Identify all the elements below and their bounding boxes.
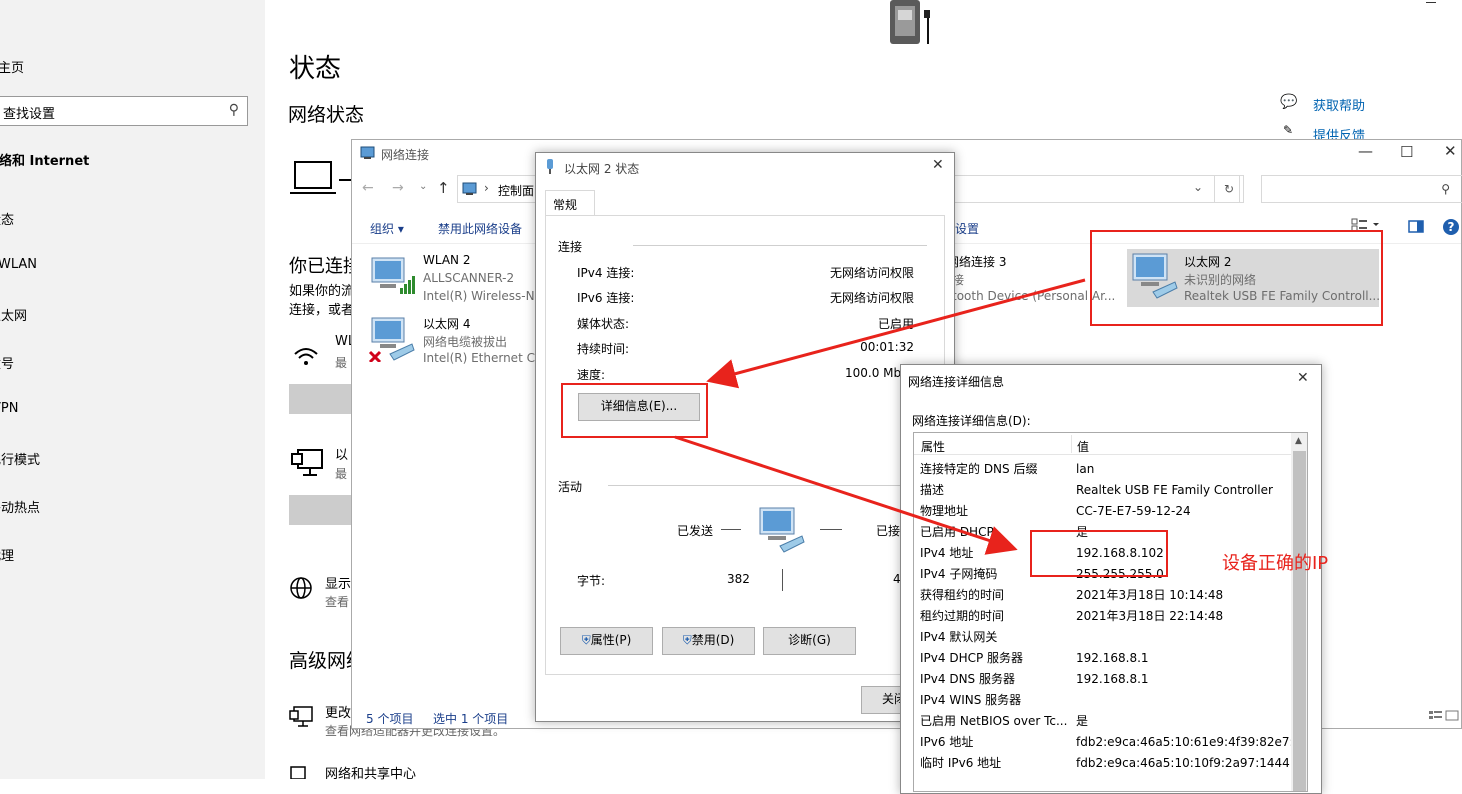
annotation-arrows <box>674 278 1086 555</box>
arrow-to-details <box>706 278 1086 389</box>
arrow-to-ipv4 <box>674 435 1018 555</box>
